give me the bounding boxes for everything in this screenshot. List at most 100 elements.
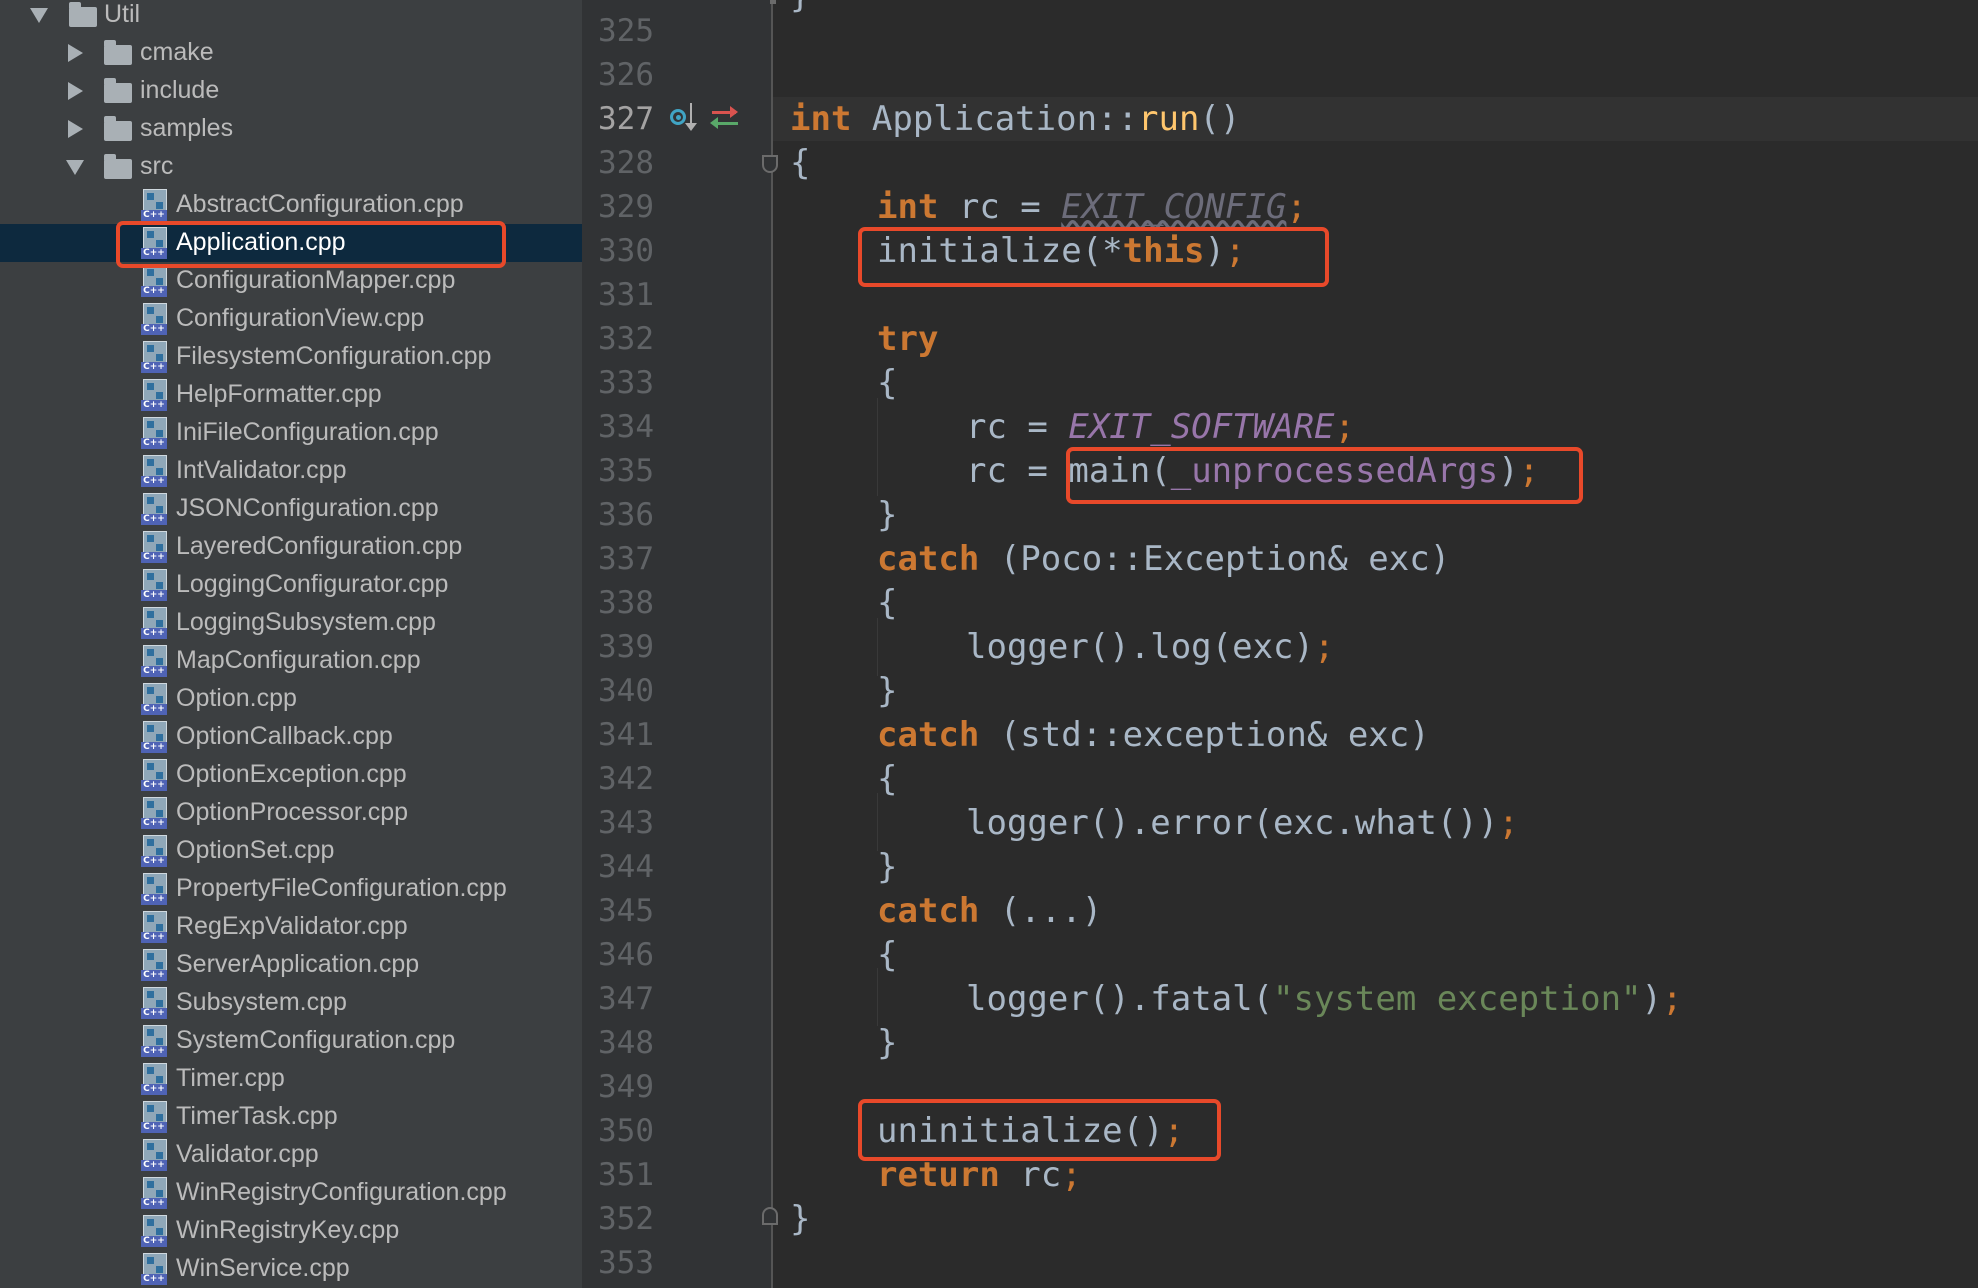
code-token: } [790,1199,811,1239]
code-token: ; [1286,187,1307,227]
tree-file-item[interactable]: C++ WinService.cpp [0,1250,582,1288]
code-token: run [1138,99,1200,139]
tree-file-item[interactable]: C++ MapConfiguration.cpp [0,642,582,680]
code-line-333: { [877,361,897,405]
cpp-badge-label: C++ [141,210,167,221]
cpp-file-icon: C++ [141,1101,167,1133]
code-line-344: } [877,845,897,889]
override-method-icon[interactable] [668,101,698,137]
tree-file-label: LoggingSubsystem.cpp [176,608,436,636]
tree-folder-samples[interactable]: samples [0,110,582,148]
tree-file-item[interactable]: C++ LayeredConfiguration.cpp [0,528,582,566]
cpp-file-icon: C++ [141,607,167,639]
tree-file-item[interactable]: C++ OptionCallback.cpp [0,718,582,756]
tree-file-label: Application.cpp [176,228,346,256]
cpp-file-icon: C++ [141,873,167,905]
tree-file-item[interactable]: C++ RegExpValidator.cpp [0,908,582,946]
editor-gutter: 325 326 327 328 329 330 331 332 333 334 335 336 337 3… [582,0,772,1288]
tree-file-item[interactable]: C++ Validator.cpp [0,1136,582,1174]
cpp-badge-label: C++ [141,1008,167,1019]
navigate-related-icon[interactable] [710,103,740,133]
tree-file-label: PropertyFileConfiguration.cpp [176,874,507,902]
project-tree-panel[interactable]: Util cmake include samples src C++ Abstra… [0,0,582,1288]
cpp-file-icon: C++ [141,493,167,525]
tree-folder-util[interactable]: Util [0,0,582,34]
collapse-arrow-icon[interactable] [68,120,83,138]
tree-file-item[interactable]: C++ SystemConfiguration.cpp [0,1022,582,1060]
tree-file-item[interactable]: C++ FilesystemConfiguration.cpp [0,338,582,376]
tree-file-label: Timer.cpp [176,1064,285,1092]
tree-folder-label: include [140,76,220,104]
line-number: 342 [598,761,654,797]
tree-file-item[interactable]: C++ TimerTask.cpp [0,1098,582,1136]
code-line-338: { [877,581,897,625]
cpp-badge-label: C++ [141,590,167,601]
tree-file-item[interactable]: C++ ConfigurationMapper.cpp [0,262,582,300]
tree-file-label: OptionException.cpp [176,760,407,788]
code-line-337: catch (Poco::Exception& exc) [877,537,1450,581]
fold-start-marker-icon[interactable] [762,155,778,173]
cpp-file-icon: C++ [141,797,167,829]
fold-end-marker-icon[interactable] [762,1207,778,1225]
tree-file-label: WinRegistryConfiguration.cpp [176,1178,507,1206]
line-number: 341 [598,717,654,753]
collapse-arrow-icon[interactable] [68,82,83,100]
tree-file-item[interactable]: C++ Timer.cpp [0,1060,582,1098]
tree-file-item[interactable]: C++ JSONConfiguration.cpp [0,490,582,528]
tree-file-item[interactable]: C++ IntValidator.cpp [0,452,582,490]
tree-file-item[interactable]: C++ WinRegistryConfiguration.cpp [0,1174,582,1212]
tree-file-label: JSONConfiguration.cpp [176,494,439,522]
tree-file-item[interactable]: C++ ServerApplication.cpp [0,946,582,984]
code-token: int [877,187,939,227]
cpp-file-icon: C++ [141,265,167,297]
tree-file-item[interactable]: C++ WinRegistryKey.cpp [0,1212,582,1250]
tree-file-item[interactable]: C++ OptionProcessor.cpp [0,794,582,832]
tree-file-label: TimerTask.cpp [176,1102,338,1130]
expand-arrow-icon[interactable] [66,160,84,175]
tree-file-label: OptionSet.cpp [176,836,335,864]
tree-file-item[interactable]: C++ LoggingSubsystem.cpp [0,604,582,642]
code-token: catch [877,715,980,755]
tree-file-item[interactable]: C++ Application.cpp [0,224,582,262]
cpp-file-icon: C++ [141,341,167,373]
cpp-badge-label: C++ [141,666,167,677]
tree-file-item[interactable]: C++ OptionException.cpp [0,756,582,794]
tree-file-item[interactable]: C++ HelpFormatter.cpp [0,376,582,414]
code-token: ) [1498,451,1519,491]
line-number: 335 [598,453,654,489]
code-token: } [877,671,898,711]
line-number: 345 [598,893,654,929]
tree-file-item[interactable]: C++ IniFileConfiguration.cpp [0,414,582,452]
line-number: 340 [598,673,654,709]
code-token: catch [877,891,980,931]
tree-file-item[interactable]: C++ AbstractConfiguration.cpp [0,186,582,224]
line-number: 352 [598,1201,654,1237]
tree-file-item[interactable]: C++ Subsystem.cpp [0,984,582,1022]
tree-file-label: ConfigurationMapper.cpp [176,266,456,294]
tree-folder-label: samples [140,114,234,142]
tree-file-label: WinService.cpp [176,1254,350,1282]
cpp-file-icon: C++ [141,835,167,867]
tree-file-label: ConfigurationView.cpp [176,304,425,332]
cpp-file-icon: C++ [141,1139,167,1171]
collapse-arrow-icon[interactable] [68,44,83,62]
line-number: 339 [598,629,654,665]
tree-file-item[interactable]: C++ ConfigurationView.cpp [0,300,582,338]
tree-folder-src[interactable]: src [0,148,582,186]
cpp-file-icon: C++ [141,379,167,411]
code-token: return [877,1155,1000,1195]
cpp-badge-label: C++ [141,1274,167,1285]
cpp-badge-label: C++ [141,286,167,297]
code-token: logger().log(exc) [966,627,1314,667]
tree-file-label: RegExpValidator.cpp [176,912,408,940]
tree-file-label: AbstractConfiguration.cpp [176,190,464,218]
tree-file-item[interactable]: C++ PropertyFileConfiguration.cpp [0,870,582,908]
code-token: main( [1068,451,1171,491]
tree-file-item[interactable]: C++ Option.cpp [0,680,582,718]
tree-folder-include[interactable]: include [0,72,582,110]
tree-file-item[interactable]: C++ OptionSet.cpp [0,832,582,870]
tree-file-item[interactable]: C++ LoggingConfigurator.cpp [0,566,582,604]
line-number: 348 [598,1025,654,1061]
expand-arrow-icon[interactable] [30,8,48,23]
tree-folder-cmake[interactable]: cmake [0,34,582,72]
